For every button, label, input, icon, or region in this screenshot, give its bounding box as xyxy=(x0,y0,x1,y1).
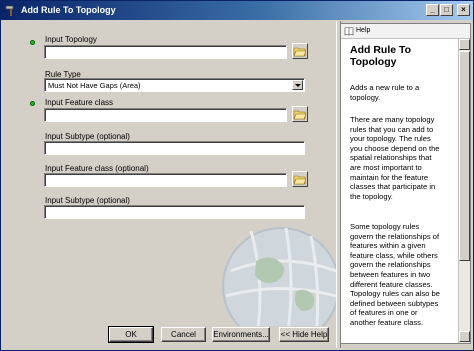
help-paragraph: There are many topology rules that you c… xyxy=(350,115,440,201)
folder-open-icon xyxy=(293,110,307,120)
help-book-icon xyxy=(344,27,354,36)
hammer-icon xyxy=(5,5,14,16)
help-paragraph: Adds a new rule to a topology. xyxy=(350,83,420,102)
minimize-button[interactable]: _ xyxy=(426,4,439,16)
input-feature-class-label: Input Feature class xyxy=(45,98,114,107)
globe-watermark-icon xyxy=(222,227,336,326)
hide-help-button[interactable]: << Hide Help xyxy=(279,327,329,342)
help-title: Add Rule To Topology xyxy=(350,44,412,68)
rule-type-dropdown[interactable]: Must Not Have Gaps (Area) xyxy=(44,78,305,92)
input-topology-field[interactable] xyxy=(44,45,287,59)
browse-feature-class-button[interactable] xyxy=(292,106,308,122)
cancel-button[interactable]: Cancel xyxy=(161,327,206,342)
help-paragraph: Some topology rules govern the relations… xyxy=(350,222,440,327)
folder-open-icon xyxy=(293,175,307,185)
maximize-button[interactable]: □ xyxy=(440,4,453,16)
input-topology-label: Input Topology xyxy=(45,35,97,44)
input-feature-class-optional-field[interactable] xyxy=(44,173,287,187)
help-tab[interactable]: Help xyxy=(341,24,470,39)
scroll-down-button[interactable] xyxy=(459,331,470,342)
help-scrollbar[interactable] xyxy=(458,39,470,343)
browse-topology-button[interactable] xyxy=(292,43,308,59)
scroll-thumb[interactable] xyxy=(459,51,470,261)
browse-feature-class-optional-button[interactable] xyxy=(292,171,308,187)
help-tab-label: Help xyxy=(356,27,371,34)
folder-open-icon xyxy=(293,47,307,57)
input-subtype-dropdown[interactable] xyxy=(44,141,305,155)
input-feature-class-optional-label: Input Feature class (optional) xyxy=(45,164,149,173)
ok-button[interactable]: OK xyxy=(108,326,154,343)
input-subtype-optional-label: Input Subtype (optional) xyxy=(45,196,130,205)
close-button[interactable]: × xyxy=(457,4,470,16)
input-feature-class-field[interactable] xyxy=(44,108,287,122)
chevron-down-icon[interactable] xyxy=(292,80,303,90)
input-subtype-label: Input Subtype (optional) xyxy=(45,132,130,141)
scroll-up-button[interactable] xyxy=(459,39,470,50)
help-pane: Help Add Rule To Topology Adds a new rul… xyxy=(340,23,471,344)
window-title: Add Rule To Topology xyxy=(21,5,116,15)
input-subtype-optional-dropdown[interactable] xyxy=(44,205,305,219)
required-indicator xyxy=(30,40,35,45)
required-indicator xyxy=(30,101,35,106)
add-rule-to-topology-dialog: Add Rule To Topology _ □ × Input Topolog… xyxy=(0,0,474,351)
title-bar[interactable]: Add Rule To Topology _ □ × xyxy=(1,1,473,20)
environments-button[interactable]: Environments... xyxy=(212,327,270,342)
